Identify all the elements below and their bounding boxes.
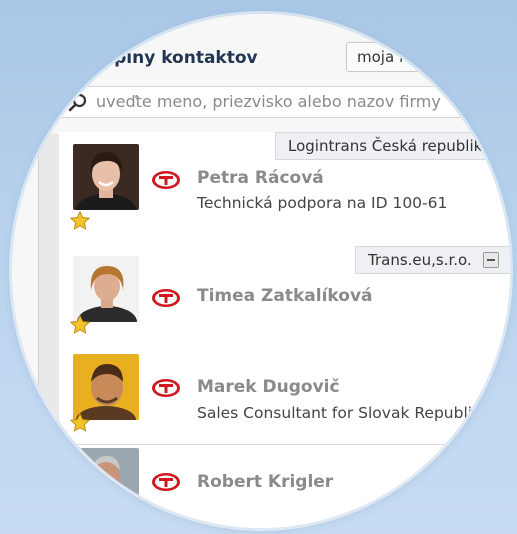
avatar [73,354,139,420]
trans-logo-icon [152,473,180,491]
contact-role: Sales Consultant for Slovak Republic [197,404,481,422]
favorite-star-icon[interactable] [69,314,91,336]
search-field[interactable]: uveďte meno, priezvisko alebo nazov firm… [60,86,480,118]
avatar [73,144,139,210]
avatar [73,448,139,514]
contact-role: Technická podpora na ID 100-61 [197,194,448,212]
company-label: Trans.eu,s.r.o. [355,246,510,274]
contacts-window: upiny kontaktov moja fi... uveďte meno, … [12,14,510,528]
favorite-star-icon[interactable] [69,412,91,434]
avatar [73,256,139,322]
tab-my-company[interactable]: moja fi... [346,42,450,72]
contact-row[interactable]: Marek Dugovič Sales Consultant for Slova… [59,348,510,448]
divider [59,444,510,445]
contact-name[interactable]: Marek Dugovič [197,377,340,397]
company-name: Trans.eu,s.r.o. [368,251,472,269]
company-label: Logintrans Česká republik [275,132,497,160]
page-title: upiny kontaktov [102,48,258,68]
contact-row[interactable]: Logintrans Česká republik Petra Rácová T… [59,132,510,244]
magnifier-lens: upiny kontaktov moja fi... uveďte meno, … [12,14,510,528]
collapse-icon[interactable] [482,251,499,268]
header: upiny kontaktov moja fi... [12,24,510,76]
trans-logo-icon [152,379,180,397]
contact-list: Logintrans Česká republik Petra Rácová T… [59,132,510,528]
contact-name[interactable]: Timea Zatkalíková [197,286,373,306]
trans-logo-icon [152,289,180,307]
contact-row[interactable]: Trans.eu,s.r.o. Timea Zatkalíková [59,238,510,348]
favorite-star-icon[interactable] [69,210,91,232]
sidebar-strip [38,134,60,528]
contact-name[interactable]: Petra Rácová [197,168,324,188]
search-input[interactable]: uveďte meno, priezvisko alebo nazov firm… [96,92,441,111]
search-icon [68,93,87,112]
contact-row[interactable]: Robert Krigler [59,448,510,528]
contact-name[interactable]: Robert Krigler [197,472,333,492]
trans-logo-icon [152,171,180,189]
